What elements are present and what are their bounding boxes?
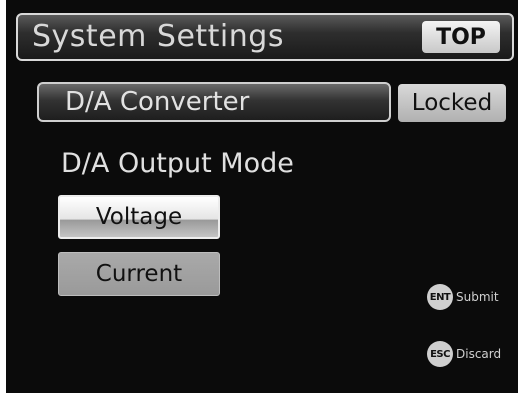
discard-key-hint[interactable]: ESC Discard [427, 341, 501, 367]
voltage-option-button[interactable]: Voltage [58, 195, 220, 239]
discard-label: Discard [456, 347, 502, 361]
locked-status-badge: Locked [398, 84, 506, 122]
submit-label: Submit [456, 290, 499, 304]
section-title: D/A Converter [65, 87, 250, 117]
title-bar: System Settings TOP [16, 13, 514, 61]
ent-key-icon: ENT [427, 284, 453, 310]
esc-key-icon: ESC [427, 341, 453, 367]
submit-key-hint[interactable]: ENT Submit [427, 284, 499, 310]
current-option-button[interactable]: Current [58, 252, 220, 296]
output-mode-label: D/A Output Mode [61, 148, 294, 179]
device-screen: System Settings TOP D/A Converter Locked… [6, 0, 518, 393]
section-header: D/A Converter [37, 82, 391, 122]
top-button[interactable]: TOP [422, 21, 500, 53]
page-title: System Settings [32, 19, 284, 54]
